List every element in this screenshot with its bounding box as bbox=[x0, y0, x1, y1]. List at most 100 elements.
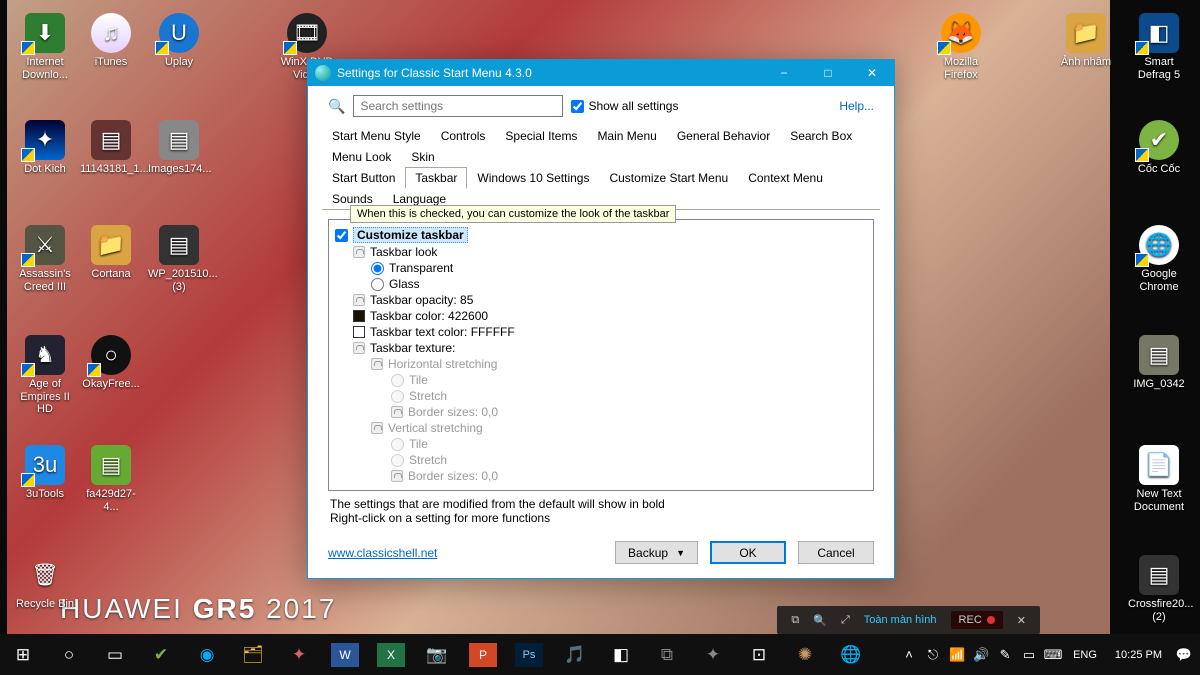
tab-main-menu[interactable]: Main Menu bbox=[587, 125, 666, 146]
tray-volume-icon[interactable]: 🔊 bbox=[971, 634, 991, 675]
tool-icon[interactable]: ⧉ bbox=[791, 614, 799, 627]
desktop-icon[interactable]: ♞Age of Empires II HD bbox=[14, 335, 76, 416]
desktop-icon[interactable]: ▤fa429d27-4... bbox=[80, 445, 142, 513]
cortana-button[interactable]: ○ bbox=[46, 634, 92, 675]
desktop-icon[interactable]: ✔Cốc Cốc bbox=[1128, 120, 1190, 176]
desktop-icon[interactable]: 🦊Mozilla Firefox bbox=[930, 13, 992, 81]
desktop-icon[interactable]: ▤WP_201510... (3) bbox=[148, 225, 210, 293]
tab-skin[interactable]: Skin bbox=[401, 146, 444, 167]
desktop-icon-recycle-bin[interactable]: 🗑Recycle Bin bbox=[14, 555, 76, 611]
tool-icon[interactable]: 🔍 bbox=[813, 614, 827, 627]
taskbar-app-powerpoint[interactable]: P bbox=[469, 643, 497, 667]
customize-taskbar-label[interactable]: Customize taskbar bbox=[353, 227, 468, 243]
tray-chevron-up-icon[interactable]: ˄ bbox=[899, 634, 919, 675]
setting-label[interactable]: Taskbar color: 422600 bbox=[370, 309, 488, 323]
desktop-icon[interactable]: ⬇Internet Downlo... bbox=[14, 13, 76, 81]
tab-search-box[interactable]: Search Box bbox=[780, 125, 862, 146]
show-all-checkbox[interactable]: Show all settings bbox=[571, 99, 678, 113]
desktop-icon[interactable]: UUplay bbox=[148, 13, 210, 69]
desktop-icon[interactable]: ▤IMG_0342 bbox=[1128, 335, 1190, 391]
taskbar-app[interactable]: ✔ bbox=[138, 634, 184, 675]
taskbar-app[interactable]: ◉ bbox=[184, 634, 230, 675]
system-tray: ˄ ⎋ 📶 🔊 ✎ ▭ ⌨ ENG 10:25 PM 💬 bbox=[899, 634, 1200, 675]
cancel-button[interactable]: Cancel bbox=[798, 541, 874, 564]
tab-menu-look[interactable]: Menu Look bbox=[322, 146, 401, 167]
search-icon: 🔍 bbox=[328, 98, 345, 115]
app-icon bbox=[315, 65, 331, 81]
taskbar-app[interactable]: ✦ bbox=[690, 634, 736, 675]
taskbar-app[interactable]: ✺ bbox=[782, 634, 828, 675]
rec-badge[interactable]: REC bbox=[951, 611, 1003, 629]
website-link[interactable]: www.classicshell.net bbox=[328, 546, 437, 560]
radio-glass[interactable] bbox=[371, 278, 384, 291]
tray-icon[interactable]: ⎋ bbox=[923, 634, 943, 675]
desktop-icon[interactable]: 📁Cortana bbox=[80, 225, 142, 281]
taskbar-app-chrome[interactable]: 🌐 bbox=[828, 634, 874, 675]
tab-start-menu-style[interactable]: Start Menu Style bbox=[322, 125, 431, 146]
desktop-icon[interactable]: ♫iTunes bbox=[80, 13, 142, 69]
tab-special-items[interactable]: Special Items bbox=[495, 125, 587, 146]
tray-wifi-icon[interactable]: 📶 bbox=[947, 634, 967, 675]
tab-customize-start-menu[interactable]: Customize Start Menu bbox=[599, 167, 738, 188]
desktop-icon[interactable]: ▤Images174... bbox=[148, 120, 210, 176]
screen-record-toolbar[interactable]: ⧉ 🔍 ⤢ Toàn màn hình REC ✕ bbox=[777, 606, 1040, 634]
task-view-button[interactable]: ▭ bbox=[92, 634, 138, 675]
desktop-icon[interactable]: 🌐Google Chrome bbox=[1128, 225, 1190, 293]
desktop-icon[interactable]: ▤Crossfire20... (2) bbox=[1128, 555, 1190, 623]
tray-clock[interactable]: 10:25 PM bbox=[1107, 649, 1170, 661]
maximize-button[interactable]: □ bbox=[806, 60, 850, 86]
taskbar-app[interactable]: ⊡ bbox=[736, 634, 782, 675]
tab-windows-10-settings[interactable]: Windows 10 Settings bbox=[467, 167, 599, 188]
desktop-icon[interactable]: ▤11143181_1... bbox=[80, 120, 142, 176]
taskbar-app-photoshop[interactable]: Ps bbox=[515, 643, 543, 667]
desktop-icon[interactable]: 📄New Text Document bbox=[1128, 445, 1190, 513]
tray-keyboard-icon[interactable]: ⌨ bbox=[1043, 634, 1063, 675]
taskbar-app[interactable]: ✦ bbox=[276, 634, 322, 675]
desktop-icon[interactable]: ○OkayFree... bbox=[80, 335, 142, 391]
tab-start-button[interactable]: Start Button bbox=[322, 167, 405, 188]
setting-label[interactable]: Taskbar look bbox=[370, 245, 437, 259]
tab-controls[interactable]: Controls bbox=[431, 125, 496, 146]
tab-taskbar[interactable]: Taskbar bbox=[405, 167, 467, 189]
setting-label: Vertical stretching bbox=[388, 421, 483, 435]
tab-context-menu[interactable]: Context Menu bbox=[738, 167, 833, 188]
tab-strip: Start Menu StyleControlsSpecial ItemsMai… bbox=[308, 125, 894, 210]
tooltip: When this is checked, you can customize … bbox=[350, 205, 676, 223]
minimize-button[interactable]: − bbox=[762, 60, 806, 86]
taskbar-app-excel[interactable]: X bbox=[377, 643, 405, 667]
tray-icon[interactable]: ✎ bbox=[995, 634, 1015, 675]
close-icon[interactable]: ✕ bbox=[1017, 614, 1026, 627]
ok-button[interactable]: OK bbox=[710, 541, 786, 564]
setting-label[interactable]: Taskbar opacity: 85 bbox=[370, 293, 473, 307]
taskbar-app[interactable]: ⧉ bbox=[644, 634, 690, 675]
lock-icon bbox=[371, 358, 383, 370]
tray-language[interactable]: ENG bbox=[1067, 649, 1103, 661]
chevron-down-icon: ▼ bbox=[676, 548, 685, 558]
titlebar[interactable]: Settings for Classic Start Menu 4.3.0 − … bbox=[308, 60, 894, 86]
taskbar-app[interactable]: ◧ bbox=[598, 634, 644, 675]
radio-transparent[interactable] bbox=[371, 262, 384, 275]
setting-label[interactable]: Taskbar texture: bbox=[370, 341, 455, 355]
setting-label[interactable]: Taskbar text color: FFFFFF bbox=[370, 325, 515, 339]
help-link[interactable]: Help... bbox=[839, 99, 874, 113]
desktop-icon[interactable]: ◧Smart Defrag 5 bbox=[1128, 13, 1190, 81]
setting-label: Horizontal stretching bbox=[388, 357, 497, 371]
desktop-icon[interactable]: 📁Ảnh nhâm bbox=[1055, 13, 1117, 69]
customize-taskbar-checkbox[interactable] bbox=[335, 229, 348, 242]
desktop-icon[interactable]: 3u3uTools bbox=[14, 445, 76, 501]
close-button[interactable]: ✕ bbox=[850, 60, 894, 86]
tray-battery-icon[interactable]: ▭ bbox=[1019, 634, 1039, 675]
start-button[interactable]: ⊞ bbox=[0, 634, 46, 675]
desktop-icon[interactable]: ⚔Assassin's Creed III bbox=[14, 225, 76, 293]
tray-notifications-icon[interactable]: 💬 bbox=[1174, 634, 1194, 675]
fullscreen-label[interactable]: Toàn màn hình bbox=[864, 614, 937, 626]
taskbar-app[interactable]: 🎵 bbox=[552, 634, 598, 675]
backup-button[interactable]: Backup▼ bbox=[615, 541, 698, 564]
desktop-icon[interactable]: ✦Dot Kich bbox=[14, 120, 76, 176]
taskbar-app-word[interactable]: W bbox=[331, 643, 359, 667]
taskbar-app-explorer[interactable]: 🗂 bbox=[230, 634, 276, 675]
taskbar-app[interactable]: 📷 bbox=[414, 634, 460, 675]
search-input[interactable] bbox=[353, 95, 563, 117]
tool-icon[interactable]: ⤢ bbox=[841, 614, 850, 627]
tab-general-behavior[interactable]: General Behavior bbox=[667, 125, 780, 146]
